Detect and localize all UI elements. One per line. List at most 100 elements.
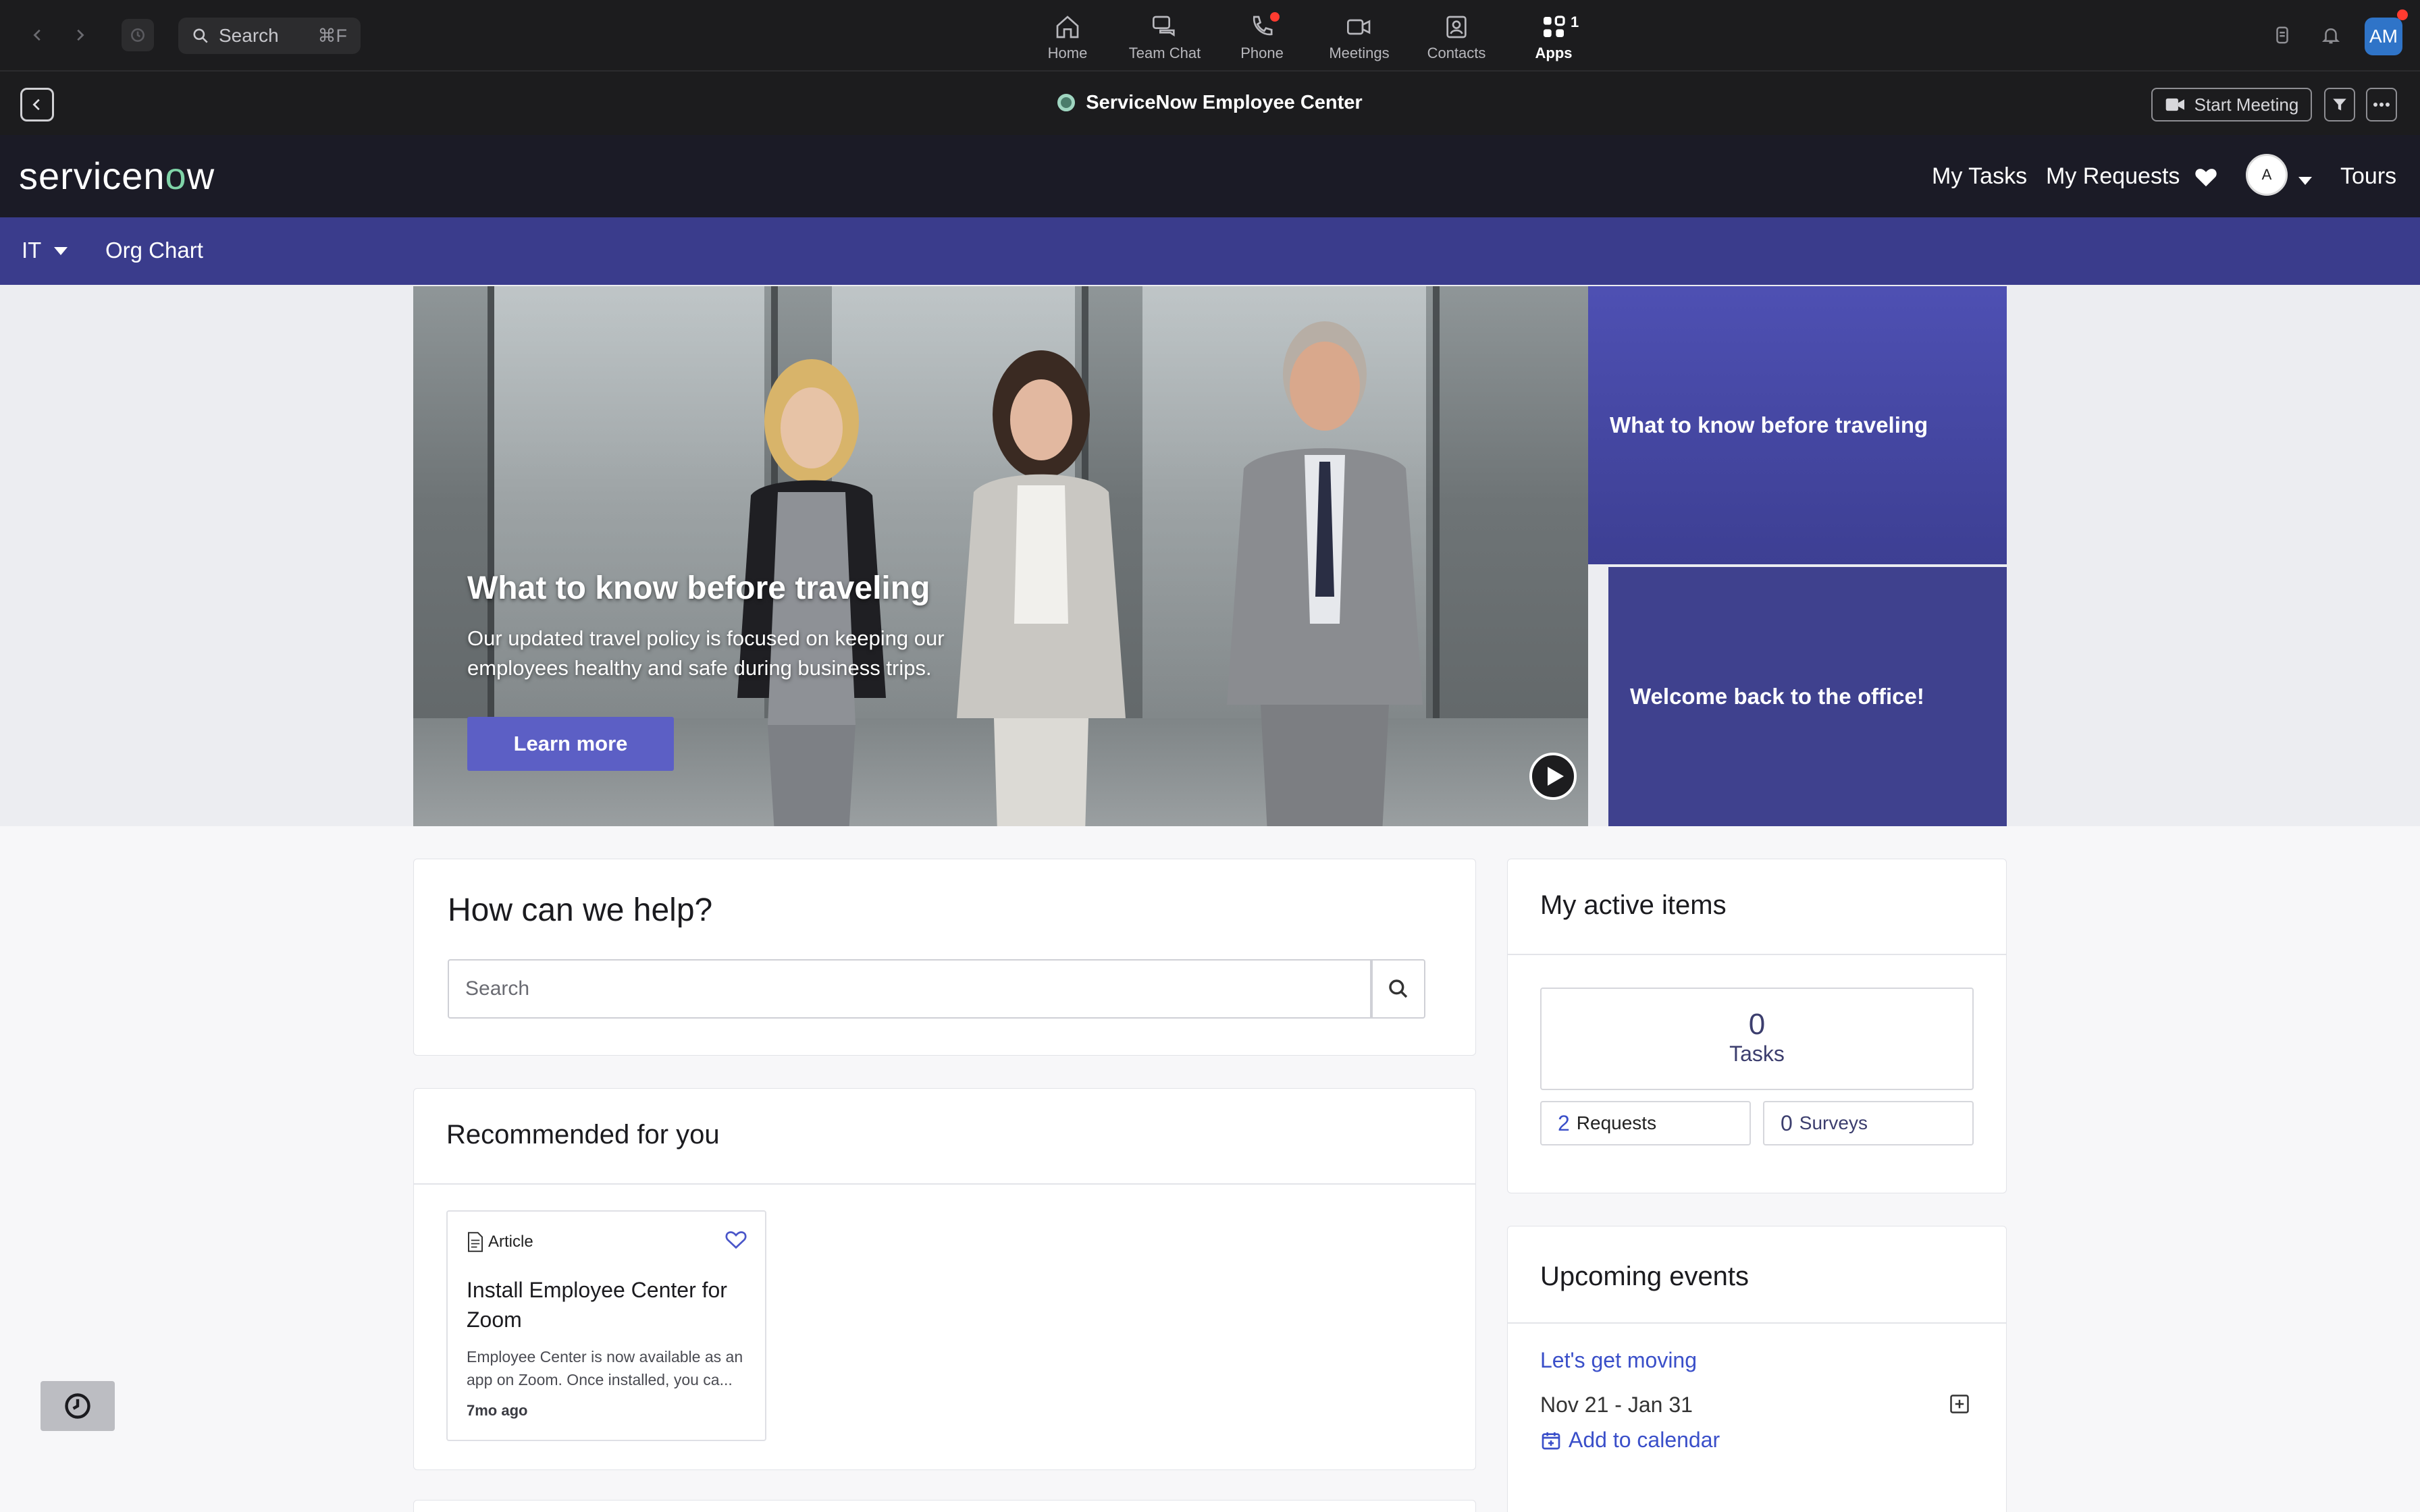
more-options-button[interactable] [2366, 88, 2397, 122]
history-float-button[interactable] [41, 1381, 115, 1431]
filter-button[interactable] [2324, 88, 2355, 122]
article-type: Article [467, 1232, 533, 1252]
help-search-button[interactable] [1371, 959, 1425, 1019]
start-meeting-label: Start Meeting [2194, 94, 2299, 115]
hero-description: Our updated travel policy is focused on … [467, 626, 945, 680]
filter-icon [2333, 99, 2346, 111]
video-camera-icon [1347, 19, 1371, 35]
contact-center-button[interactable] [2266, 19, 2298, 51]
servicenow-app-icon [1057, 94, 1076, 111]
chat-icon [1153, 16, 1175, 37]
recommended-article-tile[interactable]: Article Install Employee Center for Zoom… [446, 1210, 766, 1441]
caret-down-icon[interactable] [2298, 177, 2312, 185]
main-navigation: IT Org Chart [0, 217, 2420, 285]
phone-notification-dot [1270, 12, 1280, 22]
user-avatar[interactable]: AM [2365, 18, 2402, 55]
expand-plus-icon[interactable] [1949, 1394, 1970, 1414]
notifications-button[interactable] [2315, 19, 2347, 51]
help-search-card: How can we help? [413, 859, 1476, 1056]
tasks-count: 0 [1748, 1008, 1766, 1041]
bell-icon [2321, 28, 2340, 44]
nav-item-it-label: IT [22, 238, 41, 263]
active-items-card: My active items 0 Tasks 2 Requests 0 Sur… [1507, 859, 2007, 1193]
tab-team-chat[interactable]: Team Chat [1116, 9, 1213, 63]
home-icon [1056, 16, 1079, 38]
man-traveler-figure [1227, 321, 1423, 826]
zoom-search-shortcut: ⌘F [317, 25, 348, 46]
profile-avatar[interactable]: A [2246, 154, 2288, 196]
tab-phone[interactable]: Phone [1213, 9, 1311, 63]
chevron-right-icon [77, 29, 84, 41]
tab-apps-label: Apps [1535, 45, 1573, 61]
article-age: 7mo ago [467, 1402, 528, 1419]
zoom-search-box[interactable]: Search ⌘F [178, 18, 361, 54]
favorite-heart-icon[interactable] [725, 1229, 747, 1249]
forward-nav-button[interactable] [63, 19, 96, 51]
tab-contacts-label: Contacts [1427, 45, 1486, 61]
tab-home-label: Home [1047, 45, 1088, 61]
app-title: ServiceNow Employee Center [0, 92, 2420, 114]
zoom-top-bar: Search ⌘F Home Team Chat Phone Meetings … [0, 0, 2420, 70]
help-search-input[interactable] [448, 959, 1371, 1019]
servicenow-header: servicenow My Tasks My Requests A Tours [0, 135, 2420, 217]
hero-title: What to know before traveling [467, 570, 930, 606]
calendar-plus-icon [1542, 1432, 1560, 1449]
nav-item-org-chart[interactable]: Org Chart [105, 238, 203, 263]
card-divider [1508, 1322, 2006, 1324]
my-tasks-link[interactable]: My Tasks [1932, 163, 2027, 190]
chevron-left-icon [33, 29, 41, 41]
tab-contacts[interactable]: Contacts [1408, 9, 1505, 63]
avatar-status-dot [2397, 9, 2408, 20]
play-icon[interactable] [1529, 752, 1577, 801]
tab-team-chat-label: Team Chat [1128, 45, 1201, 61]
card-divider [1508, 954, 2006, 955]
tours-link[interactable]: Tours [2340, 163, 2396, 190]
help-title: How can we help? [448, 892, 713, 928]
search-icon [193, 28, 208, 43]
search-icon [1389, 979, 1408, 998]
history-nav-button[interactable] [122, 19, 154, 51]
hero-side-card-welcome[interactable]: Welcome back to the office! [1608, 567, 2007, 826]
app-header: ServiceNow Employee Center Start Meeting [0, 70, 2420, 135]
clock-icon [65, 1393, 90, 1419]
learn-more-button[interactable]: Learn more [467, 717, 674, 771]
contacts-icon [1446, 16, 1467, 38]
servicenow-logo[interactable]: servicenow [19, 154, 215, 198]
nav-item-it[interactable]: IT [22, 238, 68, 263]
event-date: Nov 21 - Jan 31 [1540, 1393, 1693, 1417]
surveys-count: 0 [1781, 1110, 1793, 1135]
hero-side-card-traveling[interactable]: What to know before traveling [1588, 286, 2007, 564]
start-meeting-button[interactable]: Start Meeting [2151, 88, 2312, 122]
tab-apps[interactable]: Apps [1505, 9, 1602, 63]
app-title-text: ServiceNow Employee Center [1086, 92, 1363, 113]
requests-label: Requests [1576, 1112, 1657, 1133]
event-name-link[interactable]: Let's get moving [1540, 1348, 1697, 1373]
apps-badge-count: 1 [1571, 14, 1579, 30]
upcoming-events-card: Upcoming events Let's get moving Nov 21 … [1507, 1226, 2007, 1512]
hero-banner: What to know before traveling Our update… [413, 286, 1588, 826]
tasks-stat[interactable]: 0 Tasks [1540, 988, 1974, 1090]
back-nav-button[interactable] [22, 19, 54, 51]
requests-stat[interactable]: 2 Requests [1540, 1101, 1751, 1145]
surveys-stat[interactable]: 0 Surveys [1763, 1101, 1974, 1145]
add-to-calendar-link[interactable]: Add to calendar [1540, 1428, 1720, 1453]
caret-down-icon [53, 247, 68, 255]
tab-meetings-label: Meetings [1329, 45, 1390, 61]
add-to-calendar-label: Add to calendar [1569, 1428, 1720, 1452]
recommended-title: Recommended for you [446, 1120, 720, 1150]
tab-home[interactable]: Home [1019, 9, 1116, 63]
more-horizontal-icon [2373, 103, 2390, 107]
zoom-search-label: Search [219, 25, 279, 46]
document-icon [468, 1232, 483, 1252]
article-title[interactable]: Install Employee Center for Zoom [467, 1275, 750, 1334]
logo-text-pre: servicen [19, 155, 165, 197]
my-requests-link[interactable]: My Requests [2046, 163, 2180, 190]
woman-colleague-figure [957, 350, 1126, 826]
upcoming-events-title: Upcoming events [1540, 1262, 1750, 1291]
logo-text-post: w [186, 155, 215, 197]
card-divider [414, 1183, 1475, 1185]
tab-meetings[interactable]: Meetings [1311, 9, 1408, 63]
headset-icon [2276, 26, 2288, 44]
apps-icon [1544, 16, 1565, 37]
heart-icon[interactable] [2194, 166, 2217, 188]
